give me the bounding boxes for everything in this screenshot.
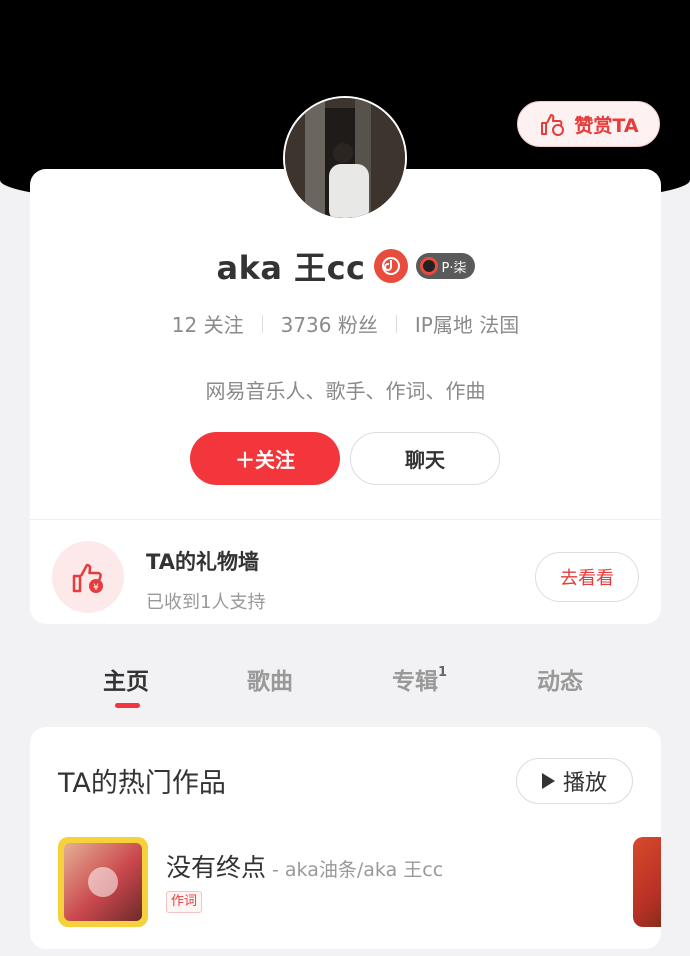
level-badge[interactable]: P·柒: [415, 253, 475, 279]
song-item[interactable]: 没有终点 - aka油条/aka 王cc: [166, 848, 443, 884]
follow-button[interactable]: ＋关注: [190, 432, 340, 485]
play-overlay-icon: [88, 867, 118, 897]
hot-works-title: TA的热门作品: [58, 768, 226, 799]
stats-divider: [395, 314, 397, 333]
hot-works-card: TA的热门作品 播放 没有终点 - aka油条/aka 王cc 作词: [30, 727, 661, 949]
ip-location: IP属地 法国: [414, 313, 520, 337]
profile-card: aka 王cc P·柒 12 关注 3736 粉丝 IP属地 法国 网易音乐人、…: [30, 169, 661, 624]
level-label: P·柒: [441, 260, 467, 276]
stats-divider: [261, 314, 263, 333]
active-tab-indicator: [115, 703, 140, 708]
user-bio: 网易音乐人、歌手、作词、作曲: [205, 379, 486, 403]
tab-albums[interactable]: 专辑1: [392, 662, 447, 696]
album-count-badge: 1: [438, 665, 448, 681]
gift-wall-icon: ¥: [52, 541, 124, 613]
song-cover[interactable]: [58, 837, 148, 927]
follower-count[interactable]: 3736 粉丝: [281, 309, 378, 338]
svg-text:¥: ¥: [93, 583, 99, 593]
gift-wall-subtitle: 已收到1人支持: [146, 592, 266, 613]
stats-row: 12 关注 3736 粉丝 IP属地 法国: [30, 309, 661, 338]
tab-activity[interactable]: 动态: [537, 662, 583, 696]
vinyl-icon: [419, 257, 438, 275]
next-song-cover[interactable]: [633, 837, 661, 927]
song-title: 没有终点: [166, 853, 267, 882]
song-artist: - aka油条/aka 王cc: [272, 859, 444, 881]
divider: [30, 519, 661, 520]
gift-wall-title: TA的礼物墙: [146, 550, 259, 574]
user-name: aka 王cc: [216, 249, 366, 287]
song-role-tag: 作词: [166, 891, 203, 913]
name-row: aka 王cc P·柒: [30, 243, 661, 289]
profile-tabs: 主页 歌曲 专辑1 动态: [0, 662, 690, 712]
musician-verified-icon[interactable]: [373, 249, 408, 283]
chat-button[interactable]: 聊天: [350, 432, 500, 485]
play-icon: [541, 773, 555, 789]
avatar[interactable]: [283, 96, 407, 220]
avatar-photo: [285, 98, 405, 218]
tab-home[interactable]: 主页: [103, 662, 149, 696]
tab-songs[interactable]: 歌曲: [247, 662, 293, 696]
thumbs-up-coin-icon: [541, 114, 565, 136]
view-gift-wall-button[interactable]: 去看看: [535, 552, 639, 602]
reward-button[interactable]: 赞赏TA: [517, 101, 660, 147]
reward-label: 赞赏TA: [574, 114, 639, 137]
play-label: 播放: [562, 771, 607, 796]
play-all-button[interactable]: 播放: [516, 758, 633, 804]
following-count[interactable]: 12 关注: [172, 309, 244, 338]
